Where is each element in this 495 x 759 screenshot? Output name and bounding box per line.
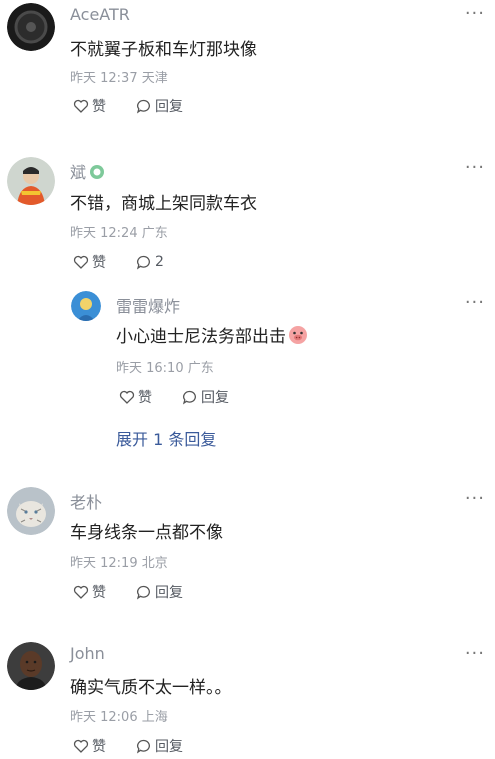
avatar[interactable] [7,3,55,51]
reply-label: 回复 [155,585,183,601]
like-button[interactable]: 赞 [73,582,106,602]
heart-icon [73,99,89,113]
like-label: 赞 [92,99,106,115]
heart-icon [73,585,89,599]
comment-bubble-icon [182,390,196,405]
verified-badge-icon [89,164,105,184]
like-label: 赞 [92,255,106,271]
username[interactable]: 老朴 [70,489,102,513]
avatar[interactable] [71,291,101,321]
comment-bubble-icon [136,739,150,754]
like-label: 赞 [92,739,106,755]
like-button[interactable]: 赞 [119,387,152,407]
more-icon[interactable]: ··· [465,292,485,313]
reply-actions: 赞 回复 [119,387,247,407]
like-button[interactable]: 赞 [73,96,106,116]
reply-label: 回复 [155,99,183,115]
comment-bubble-icon [136,99,150,114]
more-icon[interactable]: ··· [465,3,485,24]
reply-button[interactable]: 回复 [136,96,183,116]
comment-actions: 赞 回复 [73,96,201,116]
username-text: 斌 [70,163,87,182]
heart-icon [119,390,135,404]
comment-meta: 昨天 12:37 天津 [70,71,168,86]
comment-actions: 赞 回复 [73,736,201,756]
avatar[interactable] [7,642,55,690]
reply-button[interactable]: 回复 [182,387,229,407]
reply-button[interactable]: 回复 [136,582,183,602]
more-icon[interactable]: ··· [465,157,485,178]
like-label: 赞 [138,390,152,406]
like-button[interactable]: 赞 [73,736,106,756]
expand-replies-link[interactable]: 展开 1 条回复 [116,426,216,450]
comment-meta: 昨天 12:24 广东 [70,226,168,241]
more-icon[interactable]: ··· [465,643,485,664]
comment-bubble-icon [136,585,150,600]
heart-icon [73,255,89,269]
reply-meta: 昨天 16:10 广东 [116,361,214,376]
comment-text: 不就翼子板和车灯那块像 [70,40,257,60]
comment-actions: 赞 回复 [73,582,201,602]
comment-text: 不错，商城上架同款车衣 [70,194,257,214]
reply-text-content: 小心迪士尼法务部出击 [116,327,286,347]
reply-text: 小心迪士尼法务部出击 [116,322,308,350]
comment-meta: 昨天 12:19 北京 [70,556,168,571]
reply-label: 回复 [155,739,183,755]
comment-text: 车身线条一点都不像 [70,523,223,543]
reply-button[interactable]: 回复 [136,736,183,756]
username[interactable]: AceATR [70,5,130,24]
username[interactable]: John [70,644,105,663]
like-button[interactable]: 赞 [73,252,106,272]
reply-button[interactable]: 2 [136,254,164,270]
comment-meta: 昨天 12:06 上海 [70,710,168,725]
comment-text: 确实气质不太一样。。 [70,678,232,698]
avatar[interactable] [7,487,55,535]
heart-icon [73,739,89,753]
comment-actions: 赞 2 [73,252,182,272]
avatar[interactable] [7,157,55,205]
reply-label: 回复 [201,390,229,406]
more-icon[interactable]: ··· [465,488,485,509]
comment-bubble-icon [136,255,150,270]
username[interactable]: 雷雷爆炸 [116,293,180,317]
reply-count: 2 [155,254,164,270]
username[interactable]: 斌 [70,159,105,184]
like-label: 赞 [92,585,106,601]
pig-emoji-icon [288,325,308,350]
